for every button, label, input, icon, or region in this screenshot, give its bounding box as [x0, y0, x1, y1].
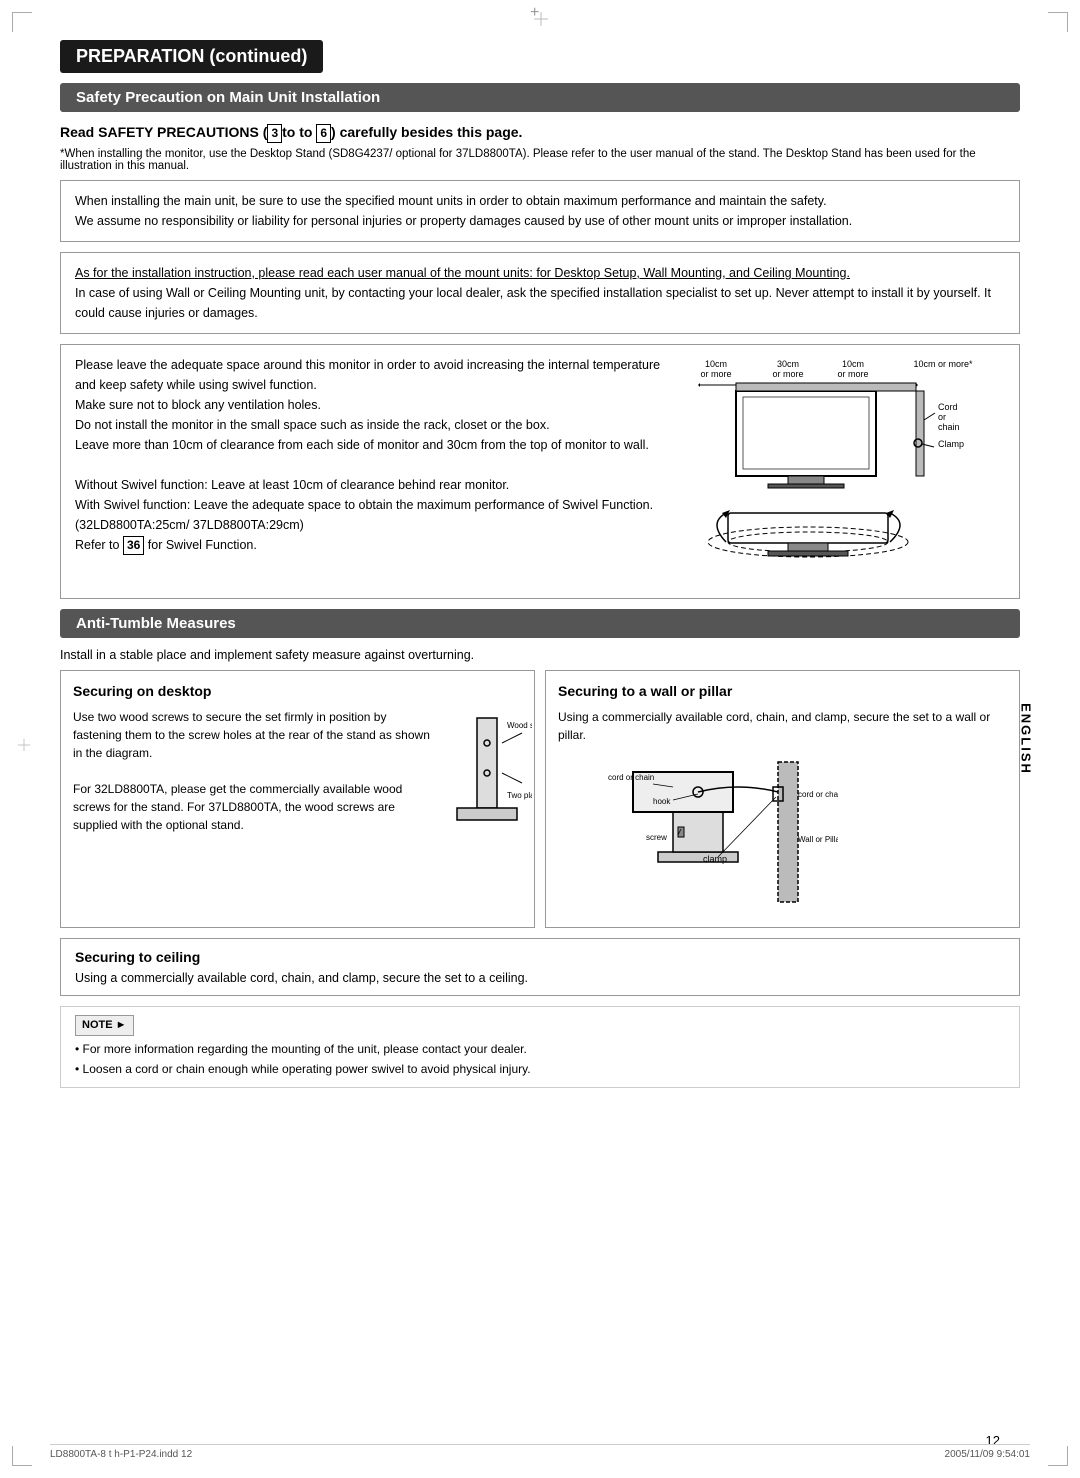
diagram-text: Please leave the adequate space around t… — [75, 355, 675, 588]
note-label: NOTE ► — [75, 1015, 134, 1037]
svg-text:or more: or more — [700, 369, 731, 379]
info-box-2-underlined: As for the installation instruction, ple… — [75, 263, 1005, 283]
svg-text:30cm: 30cm — [776, 359, 798, 369]
svg-text:hook: hook — [653, 797, 671, 806]
securing-desktop-body2: For 32LD8800TA, please get the commercia… — [73, 780, 434, 834]
svg-text:chain: chain — [938, 422, 960, 432]
svg-text:clamp: clamp — [703, 854, 727, 864]
boxed-num-36: 36 — [123, 536, 144, 555]
read-safety-title: Read SAFETY PRECAUTIONS (3to to 6) caref… — [60, 124, 1020, 143]
safety-header: Safety Precaution on Main Unit Installat… — [60, 83, 1020, 112]
note-label-text: NOTE — [82, 1019, 113, 1031]
note-box: NOTE ► • For more information regarding … — [60, 1006, 1020, 1088]
note-bullet-1: • For more information regarding the mou… — [75, 1040, 1005, 1059]
footer-left: LD8800TA-8 t h-P1-P24.indd 12 — [50, 1449, 192, 1460]
footer-bar: LD8800TA-8 t h-P1-P24.indd 12 2005/11/09… — [50, 1444, 1030, 1460]
anti-tumble-intro: Install in a stable place and implement … — [60, 648, 1020, 662]
anti-tumble-header: Anti-Tumble Measures — [60, 609, 1020, 638]
securing-desktop-box: Securing on desktop Use two wood screws … — [60, 670, 535, 928]
boxed-num-3: 3 — [267, 124, 282, 143]
svg-text:10cm or more*: 10cm or more* — [913, 359, 973, 369]
diagram-line-5: Without Swivel function: Leave at least … — [75, 475, 675, 495]
securing-desktop-content: Use two wood screws to secure the set fi… — [73, 708, 522, 853]
read-safety-pre: Read SAFETY PRECAUTIONS ( — [60, 124, 267, 140]
info-box-1-line1: When installing the main unit, be sure t… — [75, 191, 1005, 211]
diagram-line-7: (32LD8800TA:25cm/ 37LD8800TA:29cm) — [75, 515, 675, 535]
diagram-line-3: Do not install the monitor in the small … — [75, 415, 675, 435]
diagram-line-2: Make sure not to block any ventilation h… — [75, 395, 675, 415]
svg-text:or more: or more — [772, 369, 803, 379]
monitor-top-diagram: 10cm or more 30cm or more 10cm or more 1… — [698, 355, 993, 490]
read-safety-post: ) carefully besides this page. — [331, 124, 522, 140]
note-bullet-2: • Loosen a cord or chain enough while op… — [75, 1060, 1005, 1079]
svg-text:Cord: Cord — [938, 402, 958, 412]
securing-wall-title: Securing to a wall or pillar — [558, 681, 1007, 702]
info-box-2-body: In case of using Wall or Ceiling Mountin… — [75, 283, 1005, 323]
anti-tumble-section: Anti-Tumble Measures Install in a stable… — [60, 609, 1020, 996]
svg-text:10cm: 10cm — [841, 359, 863, 369]
securing-desktop-body: Use two wood screws to secure the set fi… — [73, 708, 434, 762]
diagram-line-8: Refer to 36 for Swivel Function. — [75, 535, 675, 555]
info-box-1-line2: We assume no responsibility or liability… — [75, 211, 1005, 231]
boxed-num-6: 6 — [316, 124, 331, 143]
preparation-header: PREPARATION (continued) — [60, 40, 323, 73]
securing-wall-box: Securing to a wall or pillar Using a com… — [545, 670, 1020, 928]
wall-securing-diagram: cord or chain cord or chain hook screw c… — [558, 752, 838, 912]
read-safety-to-word: to — [295, 124, 316, 140]
read-safety-subtitle: *When installing the monitor, use the De… — [60, 148, 1020, 172]
svg-text:Clamp: Clamp — [938, 439, 964, 449]
diagram-box: Please leave the adequate space around t… — [60, 344, 1020, 599]
svg-text:Wall or Pillar: Wall or Pillar — [798, 835, 838, 844]
securing-desktop-text: Use two wood screws to secure the set fi… — [73, 708, 434, 853]
read-safety-to: to — [282, 124, 295, 140]
svg-text:or more: or more — [837, 369, 868, 379]
securing-grid: Securing on desktop Use two wood screws … — [60, 670, 1020, 928]
svg-text:Wood screw: Wood screw — [507, 721, 532, 730]
diagram-line-4: Leave more than 10cm of clearance from e… — [75, 435, 675, 455]
svg-text:10cm: 10cm — [704, 359, 726, 369]
monitor-swivel-diagram — [698, 498, 993, 588]
svg-text:Two places: Two places — [507, 791, 532, 800]
securing-ceiling-body: Using a commercially available cord, cha… — [75, 971, 1005, 985]
note-arrow: ► — [116, 1019, 127, 1031]
securing-ceiling-box: Securing to ceiling Using a commercially… — [60, 938, 1020, 996]
footer-right: 2005/11/09 9:54:01 — [945, 1449, 1030, 1460]
securing-wall-body: Using a commercially available cord, cha… — [558, 708, 1007, 744]
diagram-line-6: With Swivel function: Leave the adequate… — [75, 495, 675, 515]
diagram-line-1: Please leave the adequate space around t… — [75, 355, 675, 395]
securing-ceiling-title: Securing to ceiling — [75, 949, 1005, 965]
securing-desktop-diagram: Wood screw Two places — [442, 708, 522, 853]
desktop-screw-diagram: Wood screw Two places — [442, 708, 532, 848]
svg-text:or: or — [938, 412, 946, 422]
info-box-1: When installing the main unit, be sure t… — [60, 180, 1020, 242]
svg-text:cord or chain: cord or chain — [798, 790, 838, 799]
securing-desktop-title: Securing on desktop — [73, 681, 522, 702]
info-box-2: As for the installation instruction, ple… — [60, 252, 1020, 334]
svg-text:screw: screw — [646, 833, 667, 842]
diagram-area: 10cm or more 30cm or more 10cm or more 1… — [685, 355, 1005, 588]
svg-text:cord or chain: cord or chain — [608, 773, 654, 782]
